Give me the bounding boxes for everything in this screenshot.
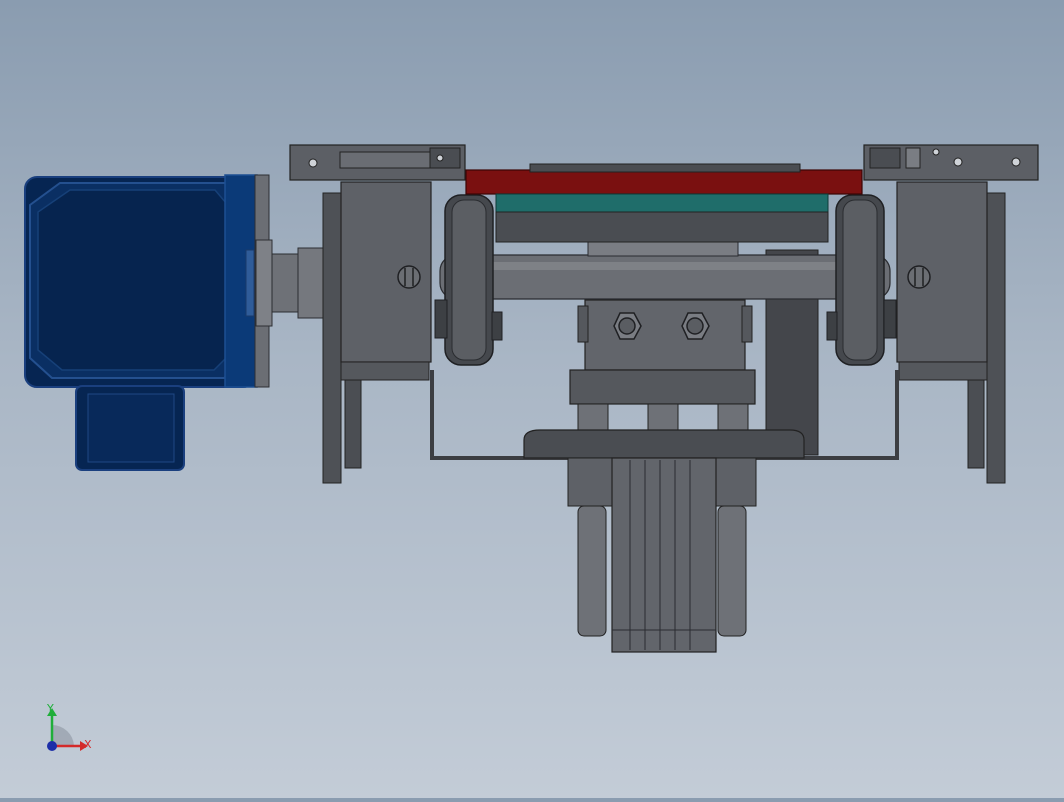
reference-triad: X Y [46,702,92,751]
top-carrier-plate[interactable] [465,163,863,243]
motor-shaft-coupling[interactable] [271,247,327,319]
cad-graphics-viewport[interactable]: X Y [0,0,1064,798]
cross-shaft[interactable] [439,239,891,300]
assembly-model[interactable]: X Y [0,0,1064,798]
valve-manifold-block[interactable] [569,299,756,405]
left-wheel[interactable] [434,194,503,366]
x-axis-label: X [84,738,92,751]
gear-motor[interactable] [24,174,273,471]
z-axis-dot-icon [47,741,57,751]
lift-cylinder[interactable] [523,403,805,653]
y-axis-label: Y [46,702,54,715]
